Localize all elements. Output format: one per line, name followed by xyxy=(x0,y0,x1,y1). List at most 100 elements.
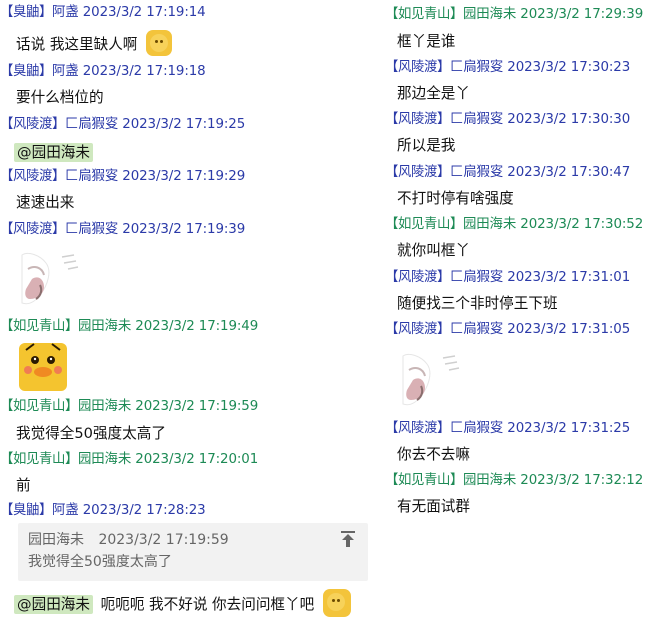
quote-header: 园田海未 2023/3/2 17:19:59 xyxy=(28,529,229,549)
yellow-duck-sticker[interactable] xyxy=(18,342,68,392)
sender-name[interactable]: 匚扃猳叜 xyxy=(450,421,503,436)
group-tag: 【风陵渡】 xyxy=(385,112,450,127)
message-body: 不打时停有啥强度 xyxy=(397,188,514,210)
sender-name[interactable]: 匚扃猳叜 xyxy=(65,117,118,132)
message-header: 【如见青山】园田海未 2023/3/2 17:20:01 xyxy=(0,451,258,469)
message-time: 2023/3/2 17:30:52 xyxy=(520,217,644,232)
message-body: 那边全是丫 xyxy=(397,83,470,105)
message-body: 所以是我 xyxy=(397,135,455,157)
message-header: 【风陵渡】匚扃猳叜 2023/3/2 17:19:29 xyxy=(0,168,245,186)
sender-name[interactable]: 匚扃猳叜 xyxy=(450,270,503,285)
thinking-face-emoji-icon xyxy=(322,589,351,617)
sitting-character-sticker[interactable] xyxy=(18,245,82,309)
group-tag: 【臭鼬】 xyxy=(0,5,52,20)
message-text: 就你叫框丫 xyxy=(397,242,470,259)
message-header: 【如见青山】园田海未 2023/3/2 17:19:59 xyxy=(0,398,258,416)
message-time: 2023/3/2 17:19:39 xyxy=(122,222,246,237)
group-tag: 【如见青山】 xyxy=(0,452,78,467)
quote-author: 园田海未 xyxy=(28,532,84,548)
group-tag: 【如见青山】 xyxy=(0,319,78,334)
message-header: 【风陵渡】匚扃猳叜 2023/3/2 17:31:25 xyxy=(385,420,630,438)
message-header: 【风陵渡】匚扃猳叜 2023/3/2 17:19:39 xyxy=(0,221,245,239)
message-time: 2023/3/2 17:19:59 xyxy=(135,399,259,414)
mention-tag[interactable]: @园田海未 xyxy=(14,595,93,614)
message-header: 【风陵渡】匚扃猳叜 2023/3/2 17:31:01 xyxy=(385,269,630,287)
message-header: 【臭鼬】阿盏 2023/3/2 17:19:14 xyxy=(0,4,206,22)
message-time: 2023/3/2 17:19:18 xyxy=(82,64,206,79)
group-tag: 【风陵渡】 xyxy=(385,421,450,436)
message-time: 2023/3/2 17:30:23 xyxy=(507,60,631,75)
sender-name[interactable]: 园田海未 xyxy=(463,217,516,232)
message-text: 所以是我 xyxy=(397,137,456,154)
message-time: 2023/3/2 17:19:14 xyxy=(82,5,206,20)
sitting-character-sticker[interactable] xyxy=(399,346,463,410)
message-header: 【如见青山】园田海未 2023/3/2 17:32:12 xyxy=(385,472,643,490)
group-tag: 【风陵渡】 xyxy=(385,270,450,285)
group-tag: 【风陵渡】 xyxy=(0,169,65,184)
group-tag: 【风陵渡】 xyxy=(385,60,450,75)
message-time: 2023/3/2 17:29:39 xyxy=(520,7,644,22)
group-tag: 【如见青山】 xyxy=(385,473,463,488)
message-text: 随便找三个非时停王下班 xyxy=(397,295,558,312)
group-tag: 【臭鼬】 xyxy=(0,503,52,518)
message-time: 2023/3/2 17:19:29 xyxy=(122,169,246,184)
message-body: 就你叫框丫 xyxy=(397,240,470,262)
message-text: 前 xyxy=(16,477,31,494)
sender-name[interactable]: 阿盏 xyxy=(52,5,79,20)
message-header: 【臭鼬】阿盏 2023/3/2 17:28:23 xyxy=(0,502,206,520)
sender-name[interactable]: 匚扃猳叜 xyxy=(65,169,118,184)
message-header: 【臭鼬】阿盏 2023/3/2 17:19:18 xyxy=(0,63,206,81)
message-body: 随便找三个非时停王下班 xyxy=(397,293,558,315)
message-time: 2023/3/2 17:31:05 xyxy=(507,322,631,337)
message-header: 【风陵渡】匚扃猳叜 2023/3/2 17:30:30 xyxy=(385,111,630,129)
message-header: 【风陵渡】匚扃猳叜 2023/3/2 17:30:23 xyxy=(385,59,630,77)
group-tag: 【如见青山】 xyxy=(385,217,463,232)
message-body: 速速出来 xyxy=(16,192,74,214)
message-text: 呃呃呃 我不好说 你去问问框丫吧 xyxy=(100,596,315,613)
sender-name[interactable]: 园田海未 xyxy=(78,452,131,467)
message-body: 有无面试群 xyxy=(397,496,470,518)
sender-name[interactable]: 匚扃猳叜 xyxy=(450,322,503,337)
group-tag: 【风陵渡】 xyxy=(385,322,450,337)
mention-tag[interactable]: @园田海未 xyxy=(14,143,93,162)
sender-name[interactable]: 阿盏 xyxy=(52,64,79,79)
smile-face-emoji-icon xyxy=(146,30,173,56)
message-text: 我觉得全50强度太高了 xyxy=(16,425,166,442)
sender-name[interactable]: 匚扃猳叜 xyxy=(65,222,118,237)
sender-name[interactable]: 匚扃猳叜 xyxy=(450,112,503,127)
group-tag: 【如见青山】 xyxy=(385,7,463,22)
message-body: @园田海未 呃呃呃 我不好说 你去问问框丫吧 xyxy=(14,589,351,619)
sender-name[interactable]: 园田海未 xyxy=(463,473,516,488)
sender-name[interactable]: 匚扃猳叜 xyxy=(450,165,503,180)
message-time: 2023/3/2 17:30:47 xyxy=(507,165,631,180)
message-header: 【风陵渡】匚扃猳叜 2023/3/2 17:31:05 xyxy=(385,321,630,339)
quoted-message[interactable]: 园田海未 2023/3/2 17:19:59 我觉得全50强度太高了 xyxy=(18,523,368,581)
message-time: 2023/3/2 17:20:01 xyxy=(135,452,259,467)
sender-name[interactable]: 阿盏 xyxy=(52,503,79,518)
message-time: 2023/3/2 17:28:23 xyxy=(82,503,206,518)
message-time: 2023/3/2 17:19:25 xyxy=(122,117,246,132)
message-time: 2023/3/2 17:30:30 xyxy=(507,112,631,127)
message-text: 那边全是丫 xyxy=(397,85,470,102)
message-header: 【如见青山】园田海未 2023/3/2 17:29:39 xyxy=(385,6,643,24)
message-body: 话说 我这里缺人啊 xyxy=(16,30,173,58)
message-text: 不打时停有啥强度 xyxy=(397,190,514,207)
message-body: 你去不去嘛 xyxy=(397,444,470,466)
pin-to-top-icon[interactable] xyxy=(340,530,356,548)
message-header: 【如见青山】园田海未 2023/3/2 17:30:52 xyxy=(385,216,643,234)
sender-name[interactable]: 匚扃猳叜 xyxy=(450,60,503,75)
message-text: 话说 我这里缺人啊 xyxy=(16,36,138,53)
sender-name[interactable]: 园田海未 xyxy=(78,319,131,334)
group-tag: 【风陵渡】 xyxy=(0,222,65,237)
sender-name[interactable]: 园田海未 xyxy=(78,399,131,414)
message-text: 要什么档位的 xyxy=(16,89,104,106)
message-header: 【风陵渡】匚扃猳叜 2023/3/2 17:30:47 xyxy=(385,164,630,182)
message-body: 要什么档位的 xyxy=(16,87,104,109)
sender-name[interactable]: 园田海未 xyxy=(463,7,516,22)
message-time: 2023/3/2 17:32:12 xyxy=(520,473,644,488)
message-body: 前 xyxy=(16,475,31,497)
group-tag: 【臭鼬】 xyxy=(0,64,52,79)
quote-time: 2023/3/2 17:19:59 xyxy=(98,532,229,548)
message-text: 你去不去嘛 xyxy=(397,446,470,463)
group-tag: 【如见青山】 xyxy=(0,399,78,414)
